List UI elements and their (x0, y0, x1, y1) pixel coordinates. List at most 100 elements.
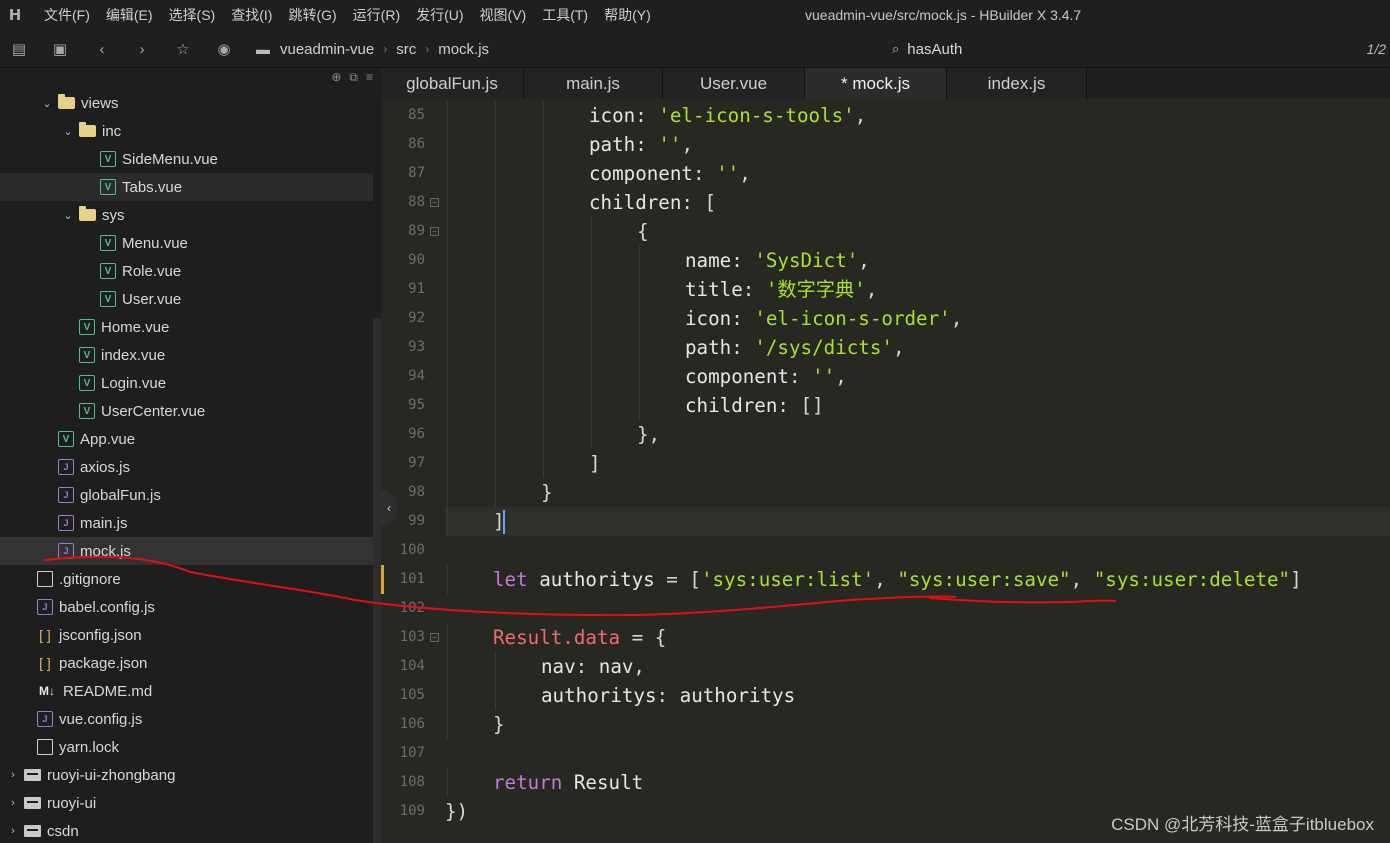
breadcrumb-item[interactable]: mock.js (438, 41, 489, 58)
tree-file[interactable]: V UserCenter.vue (0, 397, 373, 425)
tree-folder[interactable]: ⌄ views (0, 89, 373, 117)
menu-item[interactable]: 运行(R) (345, 0, 408, 30)
tree-folder[interactable]: ⌄ inc (0, 117, 373, 145)
indent-guide (591, 304, 592, 333)
tree-file[interactable]: JglobalFun.js (0, 481, 373, 509)
locate-icon[interactable]: ⊕ (331, 70, 341, 85)
chevron-right-icon[interactable]: › (6, 769, 20, 781)
tree-folder[interactable]: › csdn (0, 817, 373, 843)
vue-file-icon: V (58, 431, 74, 447)
editor-tab[interactable]: * mock.js (805, 68, 947, 99)
tree-file[interactable]: V Tabs.vue (0, 173, 373, 201)
tree-file[interactable]: M↓ README.md (0, 677, 373, 705)
tree-file[interactable]: V Menu.vue (0, 229, 373, 257)
tree-file[interactable]: Jbabel.config.js (0, 593, 373, 621)
code-token: authoritys (527, 568, 667, 591)
chevron-right-icon[interactable]: › (6, 825, 20, 837)
menu-item[interactable]: 发行(U) (408, 0, 471, 30)
code-token: component (685, 365, 789, 388)
code-token: '' (658, 133, 682, 156)
indent-guide (447, 188, 448, 217)
editor-tab[interactable]: main.js (524, 68, 663, 99)
chevron-down-icon[interactable]: ⌄ (61, 209, 75, 222)
tree-item-label: UserCenter.vue (101, 402, 206, 420)
indent-guide (447, 246, 448, 275)
chevron-right-icon[interactable]: › (6, 797, 20, 809)
collapse-all-icon[interactable]: ⧉ (349, 70, 358, 85)
vue-file-icon: V (79, 403, 95, 419)
breadcrumb-item[interactable]: vueadmin-vue (280, 41, 374, 58)
sidebar-scrollbar[interactable] (373, 318, 381, 843)
fold-toggle-icon[interactable]: − (430, 633, 439, 642)
editor-tab[interactable]: User.vue (663, 68, 805, 99)
tree-item-label: csdn (47, 822, 79, 840)
tree-file[interactable]: Jvue.config.js (0, 705, 373, 733)
menu-item[interactable]: 查找(I) (223, 0, 280, 30)
run-icon[interactable]: ◉ (213, 38, 235, 60)
code-line: children: [] (685, 391, 824, 420)
code-line: { (637, 217, 649, 246)
tree-folder[interactable]: ⌄ sys (0, 201, 373, 229)
vue-file-icon: V (100, 235, 116, 251)
tree-file[interactable]: V App.vue (0, 425, 373, 453)
tree-file[interactable]: V Role.vue (0, 257, 373, 285)
menu-item[interactable]: 工具(T) (534, 0, 596, 30)
menu-item[interactable]: 选择(S) (161, 0, 224, 30)
project-explorer: ⊕ ⧉ ≡ ⌄ views ⌄ inc V SideMenu.vue V Tabs.vue ⌄ s… (0, 68, 381, 843)
code-area[interactable]: icon: 'el-icon-s-tools', path: '', compone… (445, 99, 1390, 843)
code-line: return Result (493, 768, 643, 797)
project-icon (24, 825, 41, 837)
save-icon[interactable]: ▣ (49, 38, 71, 60)
tree-file[interactable]: V SideMenu.vue (0, 145, 373, 173)
menu-icon[interactable]: ≡ (366, 70, 373, 85)
forward-icon[interactable]: › (131, 38, 153, 60)
back-icon[interactable]: ‹ (91, 38, 113, 60)
indent-guide (591, 217, 592, 246)
line-number: 92 (408, 310, 425, 326)
tree-file[interactable]: Vindex.vue (0, 341, 373, 369)
tree-item-label: README.md (63, 682, 153, 700)
tree-file[interactable]: Jmain.js (0, 509, 373, 537)
hbuilder-logo-icon[interactable]: H (0, 0, 30, 30)
indent-guide (447, 391, 448, 420)
star-icon[interactable]: ☆ (172, 38, 194, 60)
new-file-icon[interactable]: ▤ (8, 38, 30, 60)
tree-file[interactable]: [ ] package.json (0, 649, 373, 677)
editor-tab[interactable]: index.js (947, 68, 1087, 99)
breadcrumb-item[interactable]: src (396, 41, 416, 58)
symbol-search-input[interactable]: ⌕ hasAuth 1/2 (892, 36, 1390, 62)
tree-file[interactable]: V Home.vue (0, 313, 373, 341)
fold-toggle-icon[interactable]: − (430, 198, 439, 207)
chevron-down-icon[interactable]: ⌄ (61, 125, 75, 138)
tree-file[interactable]: yarn.lock (0, 733, 373, 761)
code-token: : (731, 249, 755, 272)
vue-file-icon: V (100, 291, 116, 307)
chevron-down-icon[interactable]: ⌄ (40, 97, 54, 110)
indent-guide (639, 246, 640, 275)
search-icon: ⌕ (892, 41, 900, 56)
menu-item[interactable]: 跳转(G) (280, 0, 344, 30)
menu-item[interactable]: 视图(V) (472, 0, 535, 30)
tree-folder[interactable]: › ruoyi-ui (0, 789, 373, 817)
tree-file[interactable]: [ ] jsconfig.json (0, 621, 373, 649)
js-file-icon: J (58, 543, 74, 559)
code-token: } (541, 481, 553, 504)
editor-tab[interactable]: globalFun.js (381, 68, 524, 99)
js-file-icon: J (58, 459, 74, 475)
tree-file[interactable]: Jaxios.js (0, 453, 373, 481)
tree-file[interactable]: V Login.vue (0, 369, 373, 397)
line-number: 109 (399, 803, 425, 819)
tree-file[interactable]: .gitignore (0, 565, 373, 593)
menu-item[interactable]: 编辑(E) (98, 0, 161, 30)
code-token: = { (620, 626, 667, 649)
js-file-icon: J (37, 711, 53, 727)
tree-file[interactable]: Jmock.js (0, 537, 373, 565)
fold-toggle-icon[interactable]: − (430, 227, 439, 236)
code-line: } (493, 710, 505, 739)
menu-item[interactable]: 文件(F) (36, 0, 98, 30)
tree-file[interactable]: V User.vue (0, 285, 373, 313)
menu-item[interactable]: 帮助(Y) (596, 0, 659, 30)
indent-guide (495, 246, 496, 275)
code-line: icon: 'el-icon-s-tools', (589, 101, 866, 130)
tree-folder[interactable]: › ruoyi-ui-zhongbang (0, 761, 373, 789)
